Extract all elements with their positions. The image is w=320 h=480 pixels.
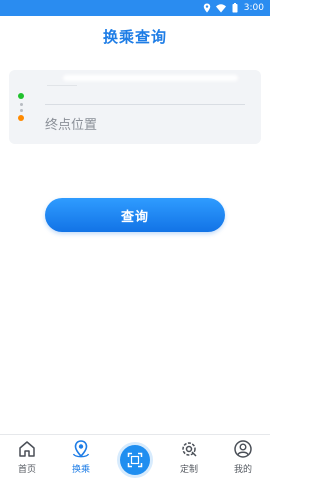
tab-home[interactable]: 首页 (0, 435, 54, 480)
title-bar: 换乘查询 (0, 16, 270, 56)
tab-transfer-label: 换乘 (71, 465, 90, 475)
tab-profile[interactable]: 我的 (216, 435, 270, 480)
battery-icon (232, 3, 238, 13)
scan-icon (127, 452, 143, 468)
query-button[interactable]: 查询 (45, 198, 225, 232)
wifi-icon (215, 4, 226, 13)
home-icon (19, 441, 35, 457)
route-input-card: 终点位置 (9, 70, 261, 144)
start-location-underline-fragment (47, 85, 77, 86)
custom-gear-icon (182, 442, 197, 457)
tab-custom-label: 定制 (179, 465, 198, 475)
route-connector-dot (20, 109, 23, 112)
end-location-placeholder: 终点位置 (45, 118, 98, 133)
bottom-tab-bar: 首页 换乘 定制 我的 (0, 434, 270, 480)
scan-button[interactable] (120, 445, 150, 475)
transfer-location-icon (72, 440, 90, 458)
tab-scan[interactable] (108, 435, 162, 480)
status-icons: 3:00 (202, 1, 264, 15)
status-time: 3:00 (243, 3, 264, 13)
end-location-input[interactable]: 终点位置 (45, 114, 245, 138)
route-connector-dot (20, 103, 23, 106)
page-title: 换乘查询 (102, 27, 167, 46)
status-bar: 3:00 (0, 0, 270, 16)
start-point-dot (18, 93, 24, 99)
tab-custom[interactable]: 定制 (162, 435, 216, 480)
end-point-dot (18, 115, 24, 121)
tab-profile-label: 我的 (233, 465, 252, 475)
start-location-input[interactable] (45, 73, 245, 105)
start-location-redacted (63, 75, 238, 81)
location-icon (203, 3, 210, 13)
profile-icon (234, 440, 252, 458)
tab-home-label: 首页 (17, 465, 36, 475)
tab-transfer[interactable]: 换乘 (54, 435, 108, 480)
